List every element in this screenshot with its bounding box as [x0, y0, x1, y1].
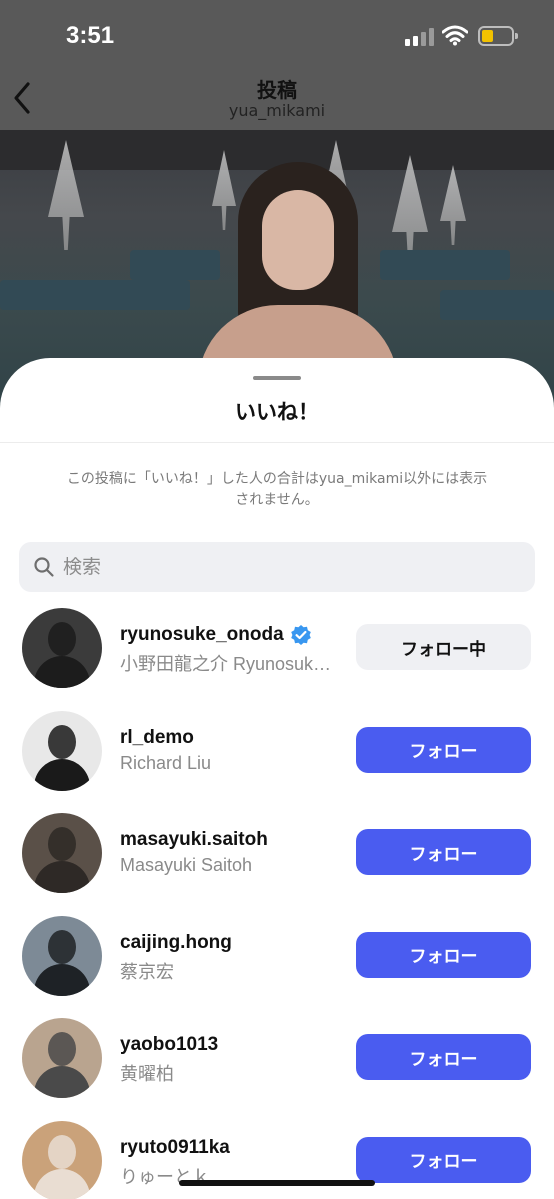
username[interactable]: caijing.hong — [120, 932, 232, 954]
sheet-title: いいね！ — [235, 400, 319, 424]
wifi-icon — [442, 25, 468, 46]
list-item[interactable]: caijing.hong 蔡京宏 フォロー — [0, 912, 554, 1015]
username[interactable]: yaobo1013 — [120, 1034, 218, 1056]
username[interactable]: masayuki.saitoh — [120, 829, 268, 851]
avatar[interactable] — [22, 710, 102, 791]
search-icon — [34, 557, 54, 577]
page-title: 投稿 — [257, 78, 297, 102]
follow-button[interactable]: フォロー — [356, 726, 531, 773]
list-item[interactable]: rl_demo Richard Liu フォロー — [0, 707, 554, 810]
privacy-notice: この投稿に「いいね！」した人の合計はyua_mikami以外には表示されません。 — [66, 471, 488, 508]
follow-button[interactable]: フォロー — [356, 1034, 531, 1080]
likes-sheet: いいね！ この投稿に「いいね！」した人の合計はyua_mikami以外には表示さ… — [0, 358, 554, 1199]
avatar[interactable] — [22, 1018, 102, 1098]
status-time: 3:51 — [66, 22, 115, 49]
username[interactable]: rl_demo — [120, 727, 194, 749]
full-name: Masayuki Saitoh — [120, 855, 253, 875]
divider — [0, 442, 554, 443]
page-subtitle: yua_mikami — [228, 101, 326, 120]
follow-button[interactable]: フォロー — [356, 829, 531, 875]
navigation-bar: 投稿 yua_mikami — [0, 66, 554, 130]
avatar[interactable] — [22, 608, 102, 688]
battery-icon — [478, 26, 518, 46]
list-item[interactable]: yaobo1013 黄曜柏 フォロー — [0, 1014, 554, 1117]
search-input[interactable] — [63, 542, 523, 592]
verified-badge-icon — [290, 625, 311, 645]
full-name: 黄曜柏 — [120, 1064, 174, 1084]
full-name: 蔡京宏 — [120, 961, 174, 982]
follow-button[interactable]: フォロー — [356, 931, 531, 978]
search-bar[interactable] — [19, 542, 535, 592]
list-item[interactable]: ryunosuke_onoda 小野田龍之介 Ryunosuke Onoda フ… — [0, 604, 554, 707]
list-item[interactable]: ryuto0911ka りゅーとｋ フォロー — [0, 1117, 554, 1199]
username[interactable]: ryuto0911ka — [120, 1137, 230, 1159]
avatar[interactable] — [22, 813, 102, 893]
following-button[interactable]: フォロー中 — [356, 624, 531, 670]
status-bar: 3:51 — [0, 0, 554, 72]
full-name: 小野田龍之介 Ryunosuke Onoda — [120, 654, 336, 674]
sheet-grabber[interactable] — [253, 376, 301, 380]
follow-button[interactable]: フォロー — [356, 1136, 531, 1183]
likers-list: ryunosuke_onoda 小野田龍之介 Ryunosuke Onoda フ… — [0, 604, 554, 1199]
full-name: Richard Liu — [120, 752, 212, 773]
list-item[interactable]: masayuki.saitoh Masayuki Saitoh フォロー — [0, 809, 554, 912]
avatar[interactable] — [22, 1120, 102, 1199]
username[interactable]: ryunosuke_onoda — [120, 624, 284, 646]
avatar[interactable] — [22, 915, 102, 996]
home-indicator[interactable] — [179, 1180, 375, 1186]
cellular-signal-icon — [405, 28, 435, 46]
